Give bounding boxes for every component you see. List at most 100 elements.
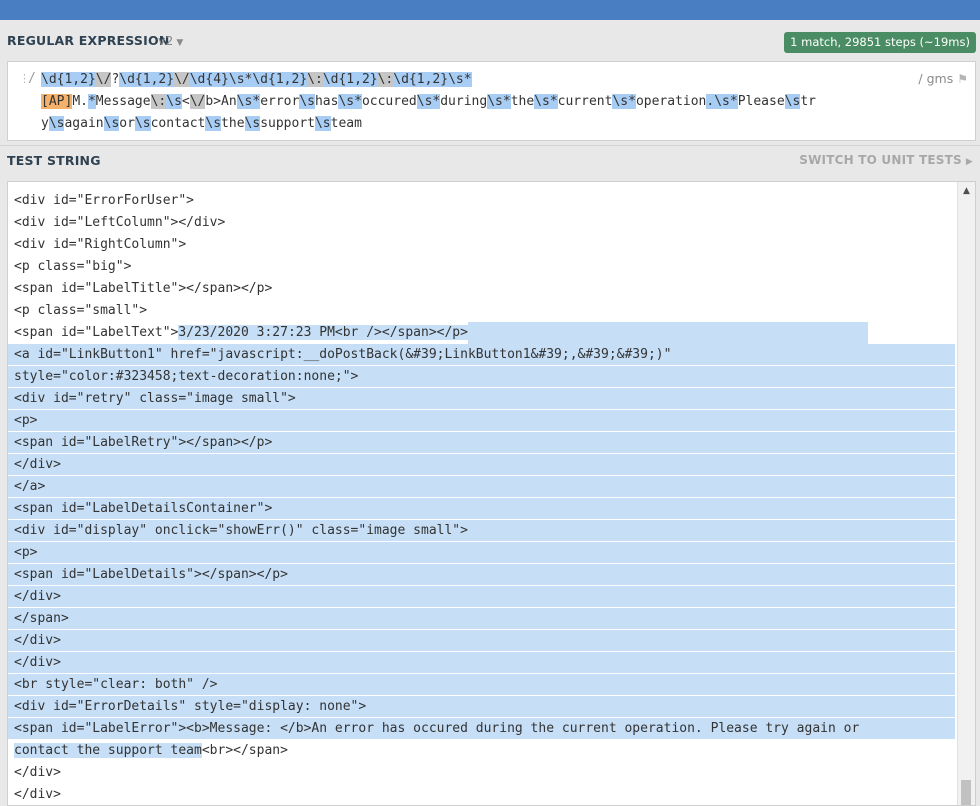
test-line-text: </div> (14, 655, 61, 670)
test-line-text: <p class="small"> (14, 303, 148, 318)
test-line: <span id="LabelRetry"></span></p> (8, 432, 955, 454)
test-string-text[interactable]: <div id="ErrorForUser"> <div id="ErrorFor… (8, 182, 955, 805)
flags-label: / gms (918, 71, 954, 86)
test-line: <div id="RightColumn"> (8, 234, 955, 256)
test-line: <span id="LabelTitle"></span></p> (8, 278, 955, 300)
regex-literal: or (119, 116, 135, 131)
test-line-text: </span> (14, 611, 69, 626)
regex-literal: y (41, 116, 49, 131)
match-highlight: 3/23/2020 3:27:23 PM<br /></span></p> (178, 325, 468, 340)
test-line: <span id="LabelDetailsContainer"> (8, 498, 955, 520)
regex-delimiter-left: / (28, 71, 36, 86)
test-string-editor[interactable]: <div id="ErrorForUser"> <div id="ErrorFor… (7, 181, 976, 806)
regex-line[interactable]: \d{1,2}\/?\d{1,2}\/\d{4}\s*\d{1,2}\:\d{1… (41, 69, 911, 91)
test-line-text: <p class="big"> (14, 259, 132, 274)
regex-token-blue: * (87, 94, 96, 109)
regex-token-blue: \d{4} (189, 72, 229, 87)
test-line-text: <br style="clear: both" /> (14, 677, 218, 692)
regex-token-blue: \d{1,2} (41, 72, 96, 87)
switch-to-unit-tests-link[interactable]: SWITCH TO UNIT TESTS ▶ (799, 153, 973, 167)
regex-token-gray: \/ (189, 94, 206, 109)
regex-token-blue: \s* (338, 94, 362, 109)
regex-token-blue: \s* (487, 94, 511, 109)
regex-token-orange: [AP] (41, 94, 73, 109)
flavor-selector[interactable]: v2 ▼ (158, 33, 183, 48)
test-line-text: </div> (14, 589, 61, 604)
test-line-text: style="color:#323458;text-decoration:non… (14, 369, 359, 384)
test-line-text: <div id="ErrorForUser"> (14, 193, 195, 208)
test-line: <div id="LeftColumn"></div> (8, 212, 955, 234)
regex-token-blue: \s* (448, 72, 472, 87)
test-line-text: <div id="ErrorForUser"> (14, 182, 194, 186)
regex-token-blue: \d{1,2} (252, 72, 308, 87)
regex-flags[interactable]: / gms ⚑ (918, 71, 968, 86)
test-line-text: <span id="LabelRetry"></span></p> (14, 435, 273, 450)
test-line: contact the support team<br></span> (8, 740, 955, 762)
regex-literal: operation (635, 94, 707, 109)
section-divider (0, 145, 980, 146)
test-line-text: </div> (14, 765, 61, 780)
test-line: <div id="display" onclick="showErr()" cl… (8, 520, 955, 542)
regex-token-gray: \/ (95, 72, 112, 87)
regex-literal: tr (800, 94, 816, 109)
regex-literal: support (260, 116, 315, 131)
regex-literal: error (260, 94, 300, 109)
regex-token-blue: \s (166, 94, 182, 109)
test-line: <span id="LabelError"><b>Message: </b>An… (8, 718, 955, 740)
regex-token-gray: \/ (174, 72, 190, 87)
regex-literal: current (557, 94, 613, 109)
match-highlight: contact the support team (14, 743, 202, 758)
regex-literal: contact (150, 116, 206, 131)
test-line: </div> (8, 630, 955, 652)
test-line: <div id="ErrorForUser"> (8, 182, 955, 190)
regex-token-blue: \d{1,2} (393, 72, 449, 87)
regex-literal: during (440, 94, 488, 109)
regex-literal: the (510, 94, 535, 109)
match-highlight-fill (467, 322, 868, 344)
test-line-text: <a id="LinkButton1" href="javascript:__d… (14, 347, 672, 362)
regex-editor[interactable]: ⋮ / \d{1,2}\/?\d{1,2}\/\d{4}\s*\d{1,2}\:… (7, 61, 976, 141)
match-info-badge: 1 match, 29851 steps (~19ms) (784, 32, 976, 53)
regex-token-blue: \s (314, 116, 331, 131)
regex-token-blue: \s* (228, 72, 253, 87)
test-line: <span id="LabelText">3/23/2020 3:27:23 P… (8, 322, 955, 344)
test-line-text: </div> (14, 457, 61, 472)
regex-literal: < (181, 94, 190, 109)
regex-token-blue: \s (48, 116, 65, 131)
test-line-text: <div id="ErrorDetails" style="display: n… (14, 699, 367, 714)
regex-token-blue: \s (134, 116, 151, 131)
chevron-down-icon: ▼ (176, 38, 184, 48)
test-line: </div> (8, 784, 955, 805)
test-line-text: <span id="LabelError"><b>Message: </b>An… (14, 721, 860, 736)
test-line-text: <div id="display" onclick="showErr()" cl… (14, 523, 468, 538)
regex-literal: b>An (205, 94, 237, 109)
regex-line[interactable]: [AP]M.*Message\:\s<\/b>An\s*error\shas\s… (41, 91, 911, 113)
test-line: </div> (8, 586, 955, 608)
regex-token-blue: \s (205, 116, 222, 131)
regex-text[interactable]: \d{1,2}\/?\d{1,2}\/\d{4}\s*\d{1,2}\:\d{1… (41, 69, 911, 135)
regex-literal: Please (737, 94, 785, 109)
scroll-thumb[interactable] (961, 780, 971, 805)
test-line: <span id="LabelDetails"></span></p> (8, 564, 955, 586)
regex-section-title: REGULAR EXPRESSION (7, 33, 170, 48)
test-line-text: </div> (14, 633, 61, 648)
scroll-up-arrow-icon[interactable]: ▲ (958, 186, 975, 196)
test-line: <div id="ErrorForUser"> (8, 190, 955, 212)
test-line: </span> (8, 608, 955, 630)
regex-line[interactable]: y\sagain\sor\scontact\sthe\ssupport\stea… (41, 113, 911, 135)
test-line-text: <span id="LabelTitle"></span></p> (14, 281, 273, 296)
regex-token-blue: \d{1,2} (322, 72, 378, 87)
regex-token-blue: \s (299, 94, 315, 109)
regex-token-blue: \s* (236, 94, 261, 109)
test-line-text: <p> (14, 413, 38, 428)
regex-token-gray: \: (307, 72, 323, 87)
test-line: <p class="big"> (8, 256, 955, 278)
test-line-text: <span id="LabelDetailsContainer"> (14, 501, 273, 516)
regex-token-blue: \s* (534, 94, 558, 109)
top-bar (0, 0, 980, 20)
test-line-text: <div id="RightColumn"> (14, 237, 187, 252)
vertical-scrollbar[interactable]: ▲ (957, 182, 975, 805)
regex-literal: team (330, 116, 362, 131)
test-line: <br style="clear: both" /> (8, 674, 955, 696)
test-line-text: <span id="LabelDetails"></span></p> (14, 567, 288, 582)
